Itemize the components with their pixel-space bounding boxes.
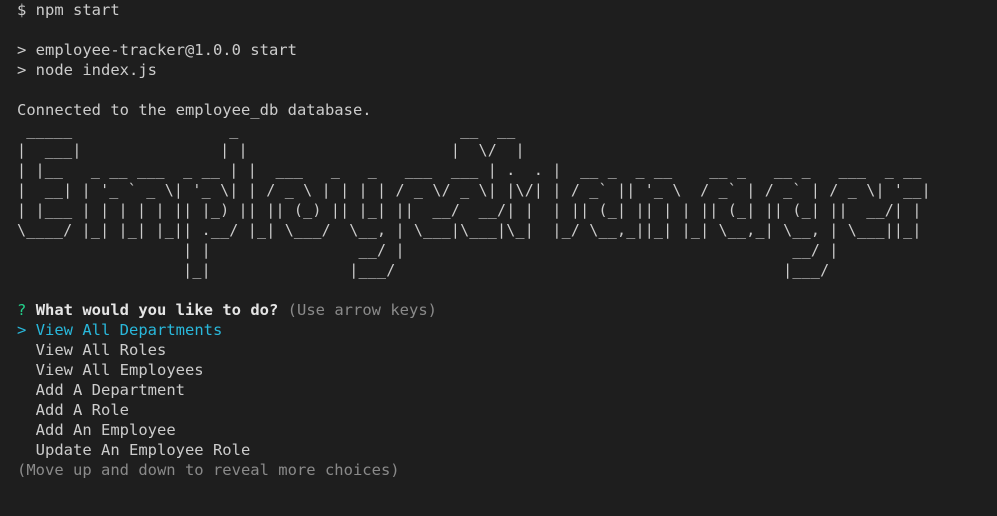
question-mark-icon: ? (17, 301, 27, 319)
choice-add-a-department[interactable]: Add A Department (17, 380, 997, 400)
connection-message: Connected to the employee_db database. (17, 101, 372, 119)
prompt-question: What would you like to do? (35, 301, 279, 319)
npm-output-line: > node index.js (17, 61, 157, 79)
choice-label: View All Roles (35, 341, 167, 359)
choice-label: Add An Employee (35, 421, 176, 439)
choice-add-an-employee[interactable]: Add An Employee (17, 420, 997, 440)
choice-label: Add A Department (35, 381, 185, 399)
ascii-banner: _____ _ __ __ | ___| | | | \/ | | |__ _ … (17, 121, 931, 279)
scroll-hint: (Move up and down to reveal more choices… (17, 461, 400, 479)
choice-label: View All Departments (35, 321, 223, 339)
choice-view-all-roles[interactable]: View All Roles (17, 340, 997, 360)
choice-view-all-departments[interactable]: > View All Departments (17, 320, 997, 340)
choice-label: Add A Role (35, 401, 129, 419)
choice-label: View All Employees (35, 361, 204, 379)
pointer-icon: > (17, 321, 27, 339)
npm-output-line: > employee-tracker@1.0.0 start (17, 41, 297, 59)
choice-label: Update An Employee Role (35, 441, 251, 459)
choice-update-an-employee-role[interactable]: Update An Employee Role (17, 440, 997, 460)
command-line: $ npm start (17, 1, 120, 19)
terminal-window[interactable]: $ npm start > employee-tracker@1.0.0 sta… (0, 0, 997, 516)
prompt-hint: (Use arrow keys) (287, 301, 437, 319)
prompt-question-line: ? What would you like to do? (Use arrow … (17, 300, 997, 320)
choice-add-a-role[interactable]: Add A Role (17, 400, 997, 420)
choice-view-all-employees[interactable]: View All Employees (17, 360, 997, 380)
